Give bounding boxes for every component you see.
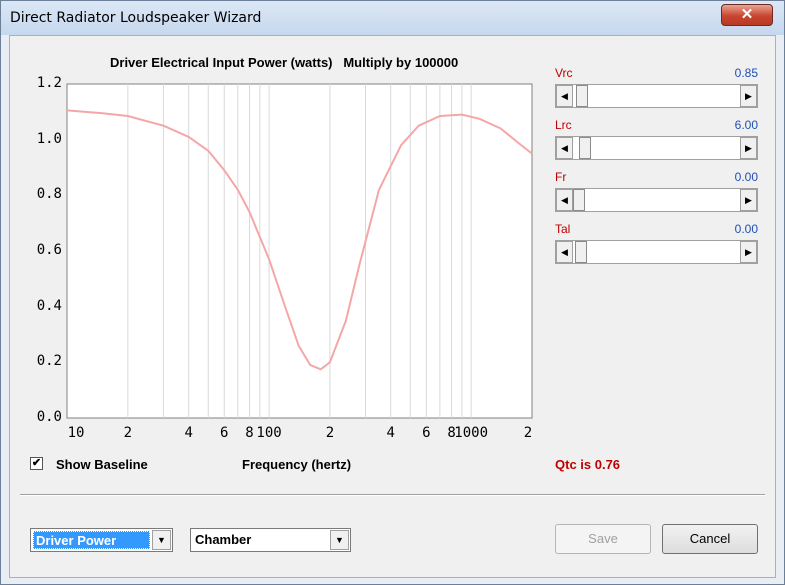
plot-type-value: Driver Power — [33, 531, 150, 549]
y-tick-label: 1.0 — [36, 130, 62, 147]
slider-thumb[interactable] — [579, 137, 592, 159]
arrow-left-icon[interactable]: ◀ — [556, 241, 573, 263]
show-baseline-label[interactable]: Show Baseline — [56, 457, 148, 472]
wizard-window: Direct Radiator Loudspeaker Wizard ✕ Dri… — [0, 0, 785, 585]
x-tick-label: 2 — [523, 425, 533, 441]
x-tick-label: 2 — [123, 425, 133, 441]
arrow-right-icon[interactable]: ▶ — [740, 189, 757, 211]
separator — [20, 494, 765, 496]
x-axis-label: Frequency (hertz) — [242, 457, 352, 472]
slider-thumb[interactable] — [575, 241, 588, 263]
cancel-button[interactable]: Cancel — [662, 524, 758, 554]
param-name-tal: Tal — [555, 222, 571, 236]
arrow-right-icon[interactable]: ▶ — [740, 241, 757, 263]
slider-fr[interactable]: ◀ ▶ — [555, 188, 758, 212]
x-tick-label: 2 — [325, 425, 335, 441]
param-value-lrc: 6.00 — [734, 118, 758, 132]
power-chart — [66, 83, 533, 419]
param-name-fr: Fr — [555, 170, 567, 184]
param-value-vrc: 0.85 — [734, 66, 758, 80]
slider-tal[interactable]: ◀ ▶ — [555, 240, 758, 264]
arrow-left-icon[interactable]: ◀ — [556, 189, 573, 211]
param-name-vrc: Vrc — [555, 66, 573, 80]
client-area: Driver Electrical Input Power (watts) Mu… — [9, 35, 776, 578]
param-value-fr: 0.00 — [734, 170, 758, 184]
x-tick-label: 100 — [256, 425, 282, 441]
chevron-down-icon[interactable]: ▼ — [152, 530, 171, 550]
slider-vrc[interactable]: ◀ ▶ — [555, 84, 758, 108]
window-title: Direct Radiator Loudspeaker Wizard — [10, 10, 262, 26]
y-tick-label: 0.2 — [36, 353, 62, 370]
chevron-down-icon[interactable]: ▼ — [330, 530, 349, 550]
title-bar[interactable]: Direct Radiator Loudspeaker Wizard ✕ — [1, 1, 784, 35]
x-tick-label: 1000 — [454, 425, 489, 441]
save-button[interactable]: Save — [555, 524, 651, 554]
y-tick-label: 0.0 — [36, 409, 62, 425]
box-type-value: Chamber — [195, 532, 252, 547]
qtc-readout: Qtc is 0.76 — [555, 457, 621, 472]
arrow-left-icon[interactable]: ◀ — [556, 85, 573, 107]
y-tick-label: 0.6 — [36, 242, 62, 258]
x-tick-label: 8 — [245, 425, 254, 441]
arrow-right-icon[interactable]: ▶ — [740, 137, 757, 159]
y-tick-label: 0.8 — [36, 186, 62, 203]
plot-type-select[interactable]: Driver Power ▼ — [30, 528, 173, 552]
y-tick-label: 0.4 — [36, 297, 62, 314]
arrow-right-icon[interactable]: ▶ — [740, 85, 757, 107]
box-type-select[interactable]: Chamber ▼ — [190, 528, 351, 552]
x-tick-label: 6 — [422, 425, 431, 441]
x-tick-label: 6 — [220, 425, 229, 441]
show-baseline-checkbox[interactable]: ✔ — [30, 457, 43, 470]
x-tick-label: 4 — [386, 425, 395, 441]
slider-thumb[interactable] — [576, 85, 589, 107]
param-value-tal: 0.00 — [734, 222, 758, 236]
close-button[interactable]: ✕ — [721, 4, 773, 26]
slider-lrc[interactable]: ◀ ▶ — [555, 136, 758, 160]
x-tick-label: 4 — [184, 425, 193, 441]
param-name-lrc: Lrc — [555, 118, 572, 132]
y-tick-label: 1.2 — [36, 75, 62, 91]
x-tick-label: 10 — [67, 425, 85, 441]
slider-thumb[interactable] — [573, 189, 585, 211]
arrow-left-icon[interactable]: ◀ — [556, 137, 573, 159]
